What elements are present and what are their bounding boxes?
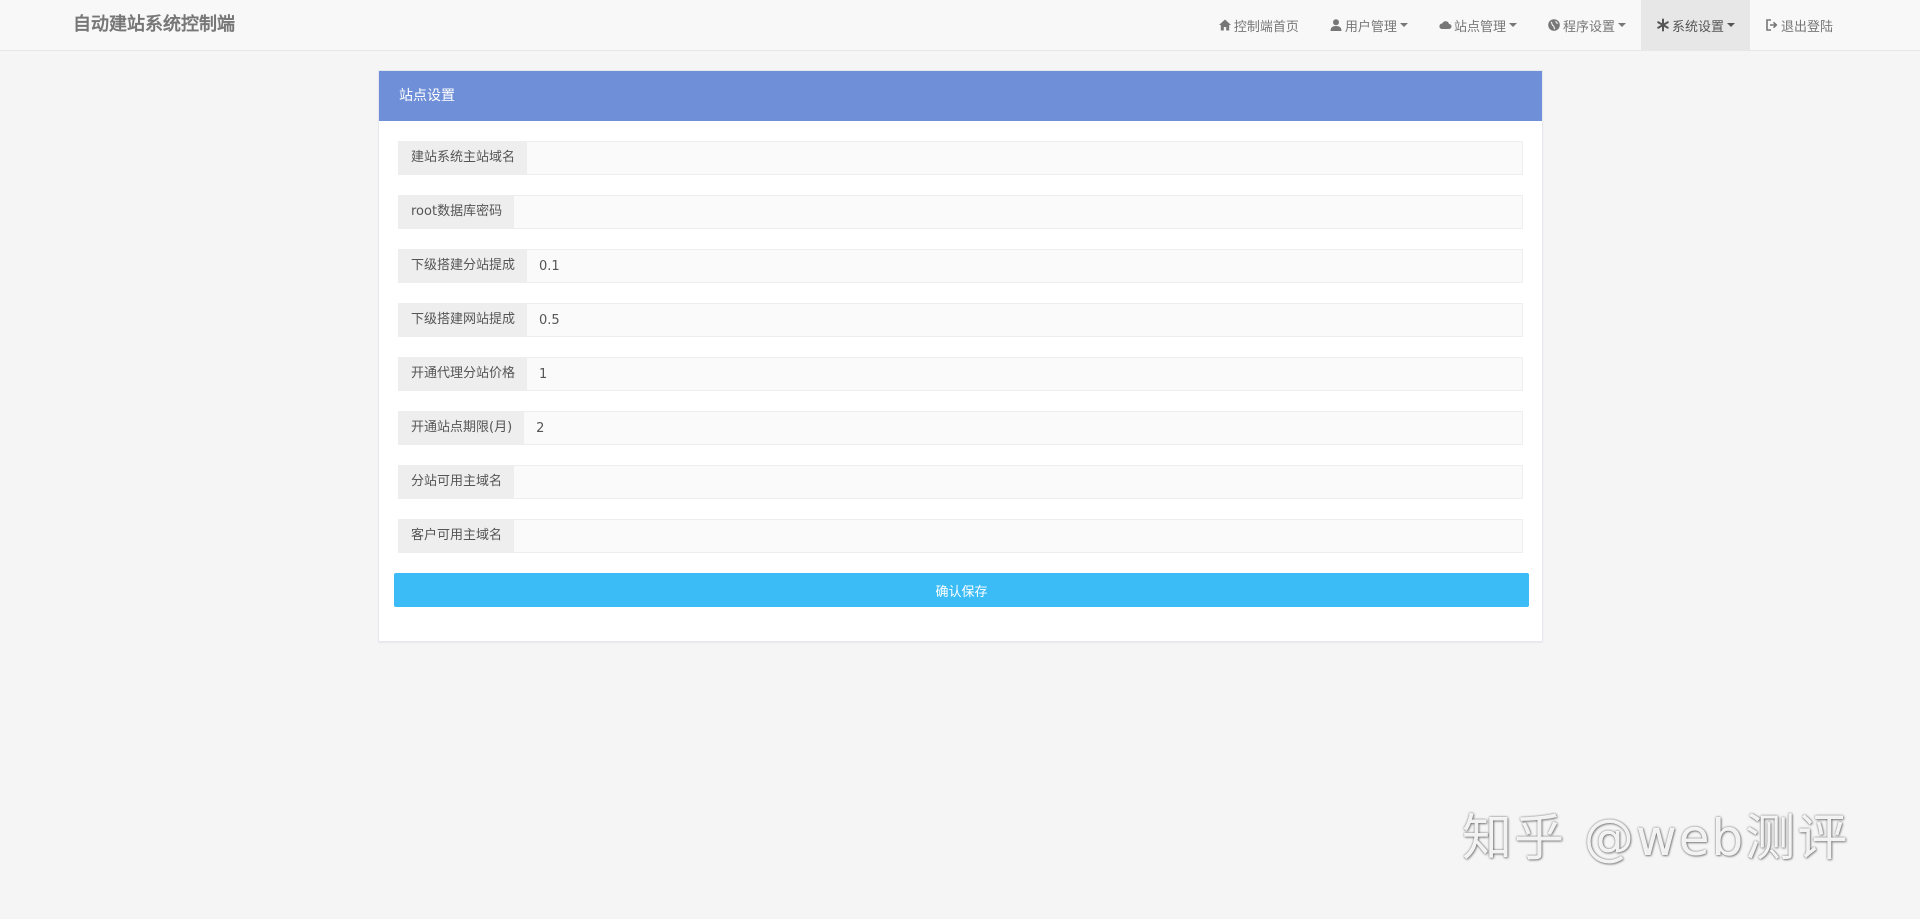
substation-domains-input[interactable] <box>514 466 1522 498</box>
field-label: 下级搭建分站提成 <box>399 250 528 282</box>
site-settings-panel: 站点设置 建站系统主站域名 root数据库密码 下级搭建分站提成 下级搭建网站提… <box>378 70 1543 642</box>
field-label: 客户可用主域名 <box>399 520 515 552</box>
substation-commission-input[interactable] <box>527 250 1522 282</box>
field-label: 下级搭建网站提成 <box>399 304 528 336</box>
field-root-db-password: root数据库密码 <box>398 195 1523 229</box>
brand-title[interactable]: 自动建站系统控制端 <box>73 14 235 36</box>
save-button[interactable]: 确认保存 <box>394 573 1529 607</box>
site-term-months-input[interactable] <box>524 412 1522 444</box>
nav-item-logout[interactable]: 退出登陆 <box>1750 0 1848 50</box>
nav-menu: 控制端首页 用户管理 站点管理 程序设置 系统设置 退出登陆 <box>1203 0 1848 50</box>
field-label: 开通站点期限(月) <box>399 412 525 444</box>
caret-down-icon <box>1617 23 1626 27</box>
customer-domains-input[interactable] <box>514 520 1522 552</box>
field-label: 开通代理分站价格 <box>399 358 528 390</box>
nav-item-label: 程序设置 <box>1562 19 1615 35</box>
field-customer-domains: 客户可用主域名 <box>398 519 1523 553</box>
main-domain-input[interactable] <box>527 142 1522 174</box>
caret-down-icon <box>1399 23 1408 27</box>
top-navbar: 自动建站系统控制端 控制端首页 用户管理 站点管理 程序设置 系统设置 退出登陆 <box>0 0 1920 51</box>
home-icon <box>1218 18 1232 32</box>
nav-item-label: 站点管理 <box>1453 19 1506 35</box>
field-substation-domains: 分站可用主域名 <box>398 465 1523 499</box>
field-substation-commission: 下级搭建分站提成 <box>398 249 1523 283</box>
root-db-password-input[interactable] <box>514 196 1522 228</box>
nav-item-site-management[interactable]: 站点管理 <box>1423 0 1532 50</box>
field-label: root数据库密码 <box>399 196 515 228</box>
nav-item-system-settings[interactable]: 系统设置 <box>1640 0 1750 50</box>
watermark: 知乎 @web测评 <box>1462 809 1850 867</box>
globe-icon <box>1547 18 1561 32</box>
nav-item-label: 退出登陆 <box>1780 19 1833 35</box>
nav-item-program-settings[interactable]: 程序设置 <box>1532 0 1641 50</box>
panel-title: 站点设置 <box>379 71 1542 121</box>
caret-down-icon <box>1726 23 1735 27</box>
nav-item-user-management[interactable]: 用户管理 <box>1314 0 1423 50</box>
field-website-commission: 下级搭建网站提成 <box>398 303 1523 337</box>
agent-substation-price-input[interactable] <box>527 358 1522 390</box>
website-commission-input[interactable] <box>527 304 1522 336</box>
field-agent-substation-price: 开通代理分站价格 <box>398 357 1523 391</box>
caret-down-icon <box>1508 23 1517 27</box>
asterisk-icon <box>1656 18 1670 32</box>
nav-item-label: 控制端首页 <box>1233 19 1299 35</box>
field-label: 分站可用主域名 <box>399 466 515 498</box>
nav-item-label: 系统设置 <box>1671 19 1724 35</box>
field-site-term-months: 开通站点期限(月) <box>398 411 1523 445</box>
settings-form: 建站系统主站域名 root数据库密码 下级搭建分站提成 下级搭建网站提成 开通代… <box>379 121 1542 607</box>
logout-icon <box>1765 18 1779 32</box>
field-label: 建站系统主站域名 <box>399 142 528 174</box>
nav-item-label: 用户管理 <box>1344 19 1397 35</box>
user-icon <box>1329 18 1343 32</box>
field-main-domain: 建站系统主站域名 <box>398 141 1523 175</box>
nav-item-home[interactable]: 控制端首页 <box>1203 0 1314 50</box>
cloud-icon <box>1438 18 1452 32</box>
